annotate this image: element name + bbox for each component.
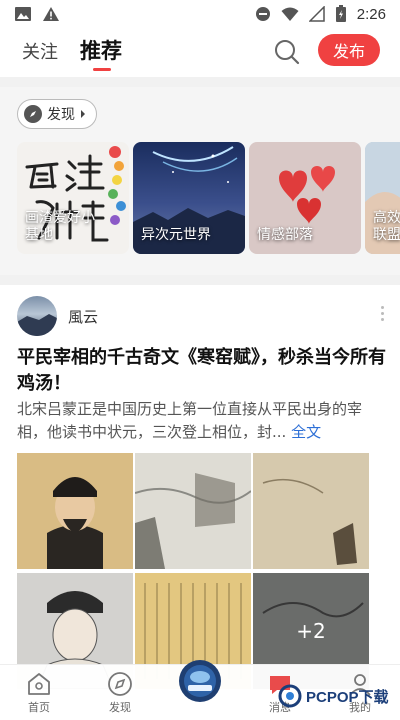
compass-icon [108, 672, 132, 696]
full-text-link[interactable]: 全文 [291, 423, 321, 441]
discover-chip-label: 发现 [47, 107, 75, 123]
card-label: 画渣爱好小 基地 [25, 210, 95, 243]
divider [0, 275, 400, 285]
compass-icon [24, 105, 42, 123]
discover-card[interactable]: 画渣爱好小 基地 [17, 142, 129, 254]
discover-cards: 画渣爱好小 基地 异次元世界 情感部落 高效 联盟 [17, 142, 400, 256]
post-excerpt[interactable]: 北宋吕蒙正是中国历史上第一位直接从平民出身的宰相，他读书中状元，三次登上相位，封… [17, 398, 387, 444]
post-image[interactable] [17, 453, 133, 569]
discover-card[interactable]: 异次元世界 [133, 142, 245, 254]
do-not-disturb-icon [255, 7, 270, 21]
watermark: PCPOP下载 [278, 676, 389, 716]
status-time: 2:26 [356, 5, 386, 23]
card-label: 异次元世界 [141, 227, 211, 243]
avatar[interactable] [17, 296, 57, 336]
post-title[interactable]: 平民宰相的千古奇文《寒窑赋》，秒杀当今所有鸡汤！ [17, 345, 387, 397]
tab-follow[interactable]: 关注 [22, 38, 58, 64]
post-image[interactable] [135, 453, 251, 569]
wifi-icon [281, 7, 299, 21]
warning-icon [43, 7, 59, 21]
top-bar: 关注 推荐 发布 [0, 30, 400, 76]
signal-icon [308, 6, 325, 22]
publish-button[interactable]: 发布 [318, 34, 380, 66]
battery-icon [335, 5, 346, 22]
image-icon [15, 7, 31, 21]
watermark-logo-icon [278, 684, 302, 708]
active-tab-indicator [93, 68, 111, 71]
post-image[interactable] [253, 453, 369, 569]
discover-section: 发现 画渣爱好小 基地 异次元世界 情感部落 高效 联盟 [0, 87, 400, 275]
nav-discover-label: 发现 [109, 701, 131, 714]
nav-home-label: 首页 [28, 701, 50, 714]
discover-chip[interactable]: 发现 [17, 99, 97, 129]
nav-discover[interactable]: 发现 [90, 671, 150, 715]
tab-recommend[interactable]: 推荐 [80, 35, 122, 65]
status-bar: 2:26 [0, 0, 400, 28]
nav-home[interactable]: 首页 [9, 671, 69, 715]
discover-card[interactable]: 高效 联盟 [365, 142, 400, 254]
more-icon[interactable] [379, 306, 385, 321]
search-icon[interactable] [273, 38, 301, 66]
nav-center[interactable] [170, 659, 230, 703]
post-image-grid: +2 [17, 453, 369, 693]
home-icon [28, 673, 50, 695]
center-badge-icon [179, 660, 221, 702]
chevron-right-icon [81, 110, 85, 118]
post-header: 風云 [17, 296, 387, 336]
discover-card[interactable]: 情感部落 [249, 142, 361, 254]
card-label: 高效 联盟 [373, 210, 400, 243]
card-label: 情感部落 [257, 227, 313, 243]
divider [0, 77, 400, 87]
author-name[interactable]: 風云 [68, 306, 98, 327]
watermark-text: PCPOP下载 [306, 688, 389, 706]
